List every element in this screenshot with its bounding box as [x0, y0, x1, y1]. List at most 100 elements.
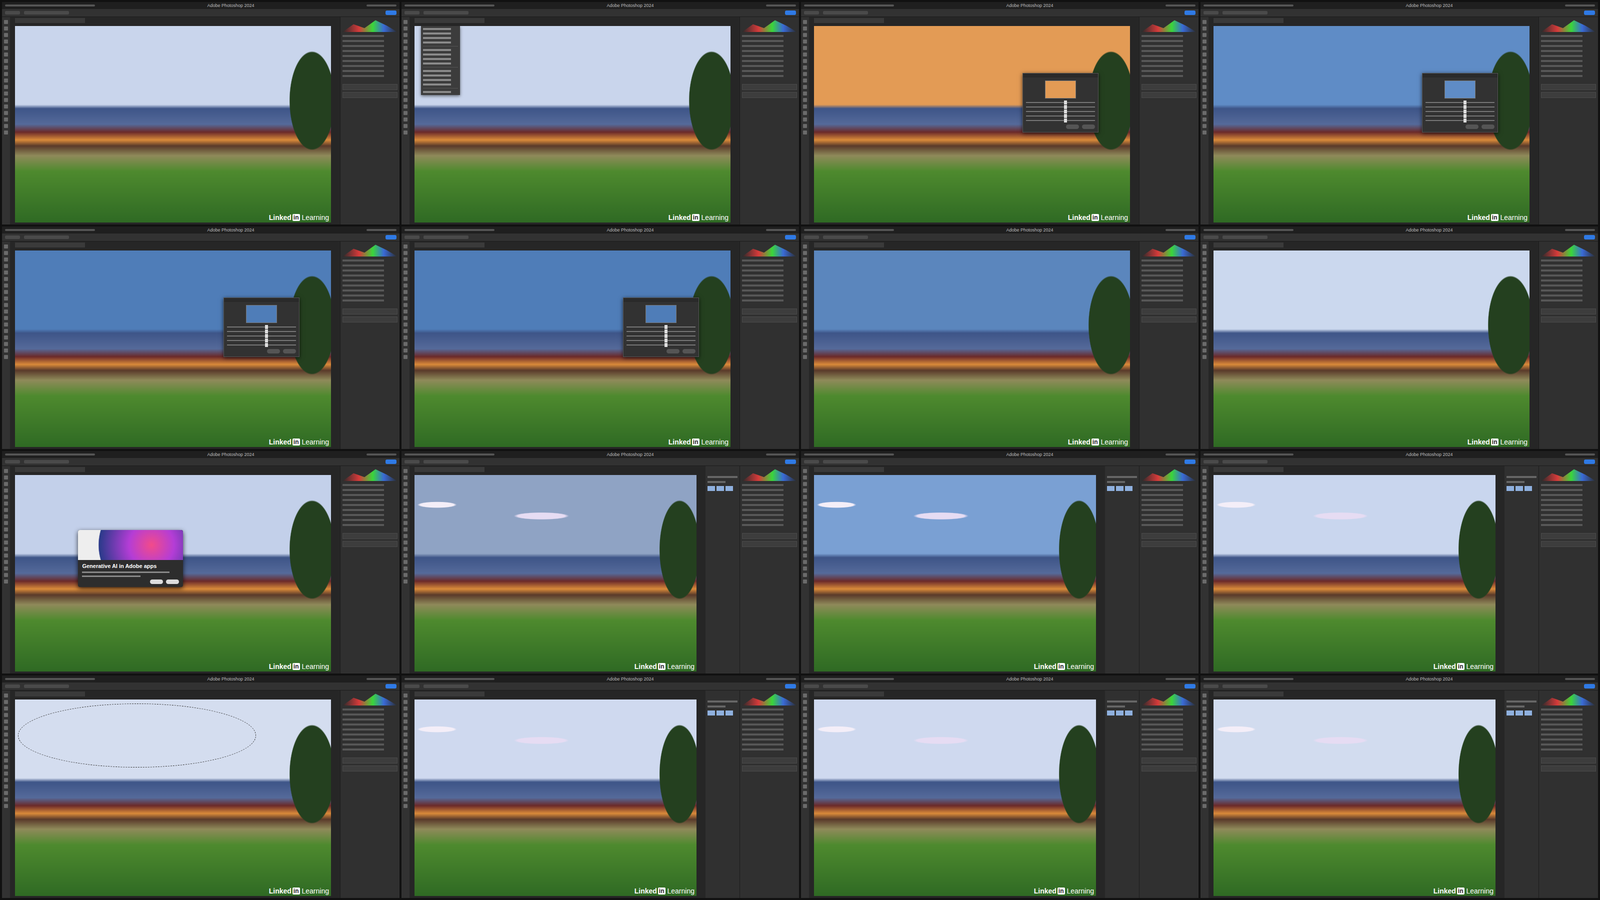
panel-row[interactable] [342, 733, 384, 736]
tool-icon[interactable] [1202, 771, 1207, 776]
panel-row[interactable] [1541, 504, 1583, 506]
option-control[interactable] [24, 460, 69, 464]
tool-icon[interactable] [1202, 277, 1207, 281]
tool-icon[interactable] [403, 791, 408, 795]
option-control[interactable] [423, 235, 469, 239]
panel-row[interactable] [1141, 738, 1183, 741]
tool-icon[interactable] [4, 540, 8, 545]
tool-icon[interactable] [403, 39, 408, 44]
panel-row[interactable] [1541, 509, 1583, 511]
panel-row[interactable] [1141, 489, 1183, 491]
panel-row[interactable] [1141, 728, 1183, 731]
tool-icon[interactable] [4, 322, 8, 327]
panel-row[interactable] [742, 65, 784, 67]
tool-icon[interactable] [803, 778, 807, 782]
tool-icon[interactable] [1202, 719, 1207, 724]
tool-icon[interactable] [1202, 20, 1207, 24]
panel-row[interactable] [742, 50, 784, 52]
share-button[interactable] [785, 684, 796, 689]
panel-row[interactable] [342, 514, 384, 516]
tool-icon[interactable] [403, 553, 408, 558]
tool-icon[interactable] [1202, 706, 1207, 711]
panel-row[interactable] [1541, 35, 1583, 37]
slider[interactable] [1026, 106, 1095, 108]
tool-icon[interactable] [403, 732, 408, 737]
panel-row[interactable] [742, 259, 784, 262]
panel-row[interactable] [1141, 519, 1183, 521]
tool-icon[interactable] [4, 270, 8, 275]
tool-icon[interactable] [803, 270, 807, 275]
panel-row[interactable] [742, 35, 784, 37]
tool-icon[interactable] [4, 348, 8, 353]
tool-icon[interactable] [1202, 46, 1207, 50]
tool-icon[interactable] [1202, 797, 1207, 802]
tool-icon[interactable] [803, 117, 807, 122]
tool-icon[interactable] [403, 91, 408, 96]
tool-icon[interactable] [403, 501, 408, 506]
layer-row[interactable] [742, 541, 797, 547]
menu-item[interactable] [423, 70, 451, 72]
tool-icon[interactable] [803, 72, 807, 76]
menu-item[interactable] [423, 46, 458, 47]
tool-icon[interactable] [803, 508, 807, 512]
panel-row[interactable] [1541, 519, 1583, 521]
tool-icon[interactable] [4, 59, 8, 63]
tool-icon[interactable] [1202, 713, 1207, 717]
slider[interactable] [626, 326, 696, 328]
layer-row[interactable] [1141, 757, 1197, 764]
tool-icon[interactable] [1202, 335, 1207, 340]
tool-icon[interactable] [803, 547, 807, 551]
panel-row[interactable] [1141, 718, 1183, 721]
tool-icon[interactable] [4, 745, 8, 750]
tool-icon[interactable] [403, 778, 408, 782]
layer-row[interactable] [342, 757, 398, 764]
panel-row[interactable] [742, 75, 784, 77]
panel-row[interactable] [1541, 489, 1583, 491]
panel-row[interactable] [742, 60, 784, 62]
panel-row[interactable] [1141, 743, 1183, 746]
panel-row[interactable] [342, 738, 384, 741]
menu-item[interactable] [423, 79, 451, 81]
tool-icon[interactable] [403, 270, 408, 275]
tool-icon[interactable] [1202, 117, 1207, 122]
layer-row[interactable] [1541, 316, 1596, 323]
tool-icon[interactable] [803, 534, 807, 538]
tool-icon[interactable] [4, 91, 8, 96]
panel-row[interactable] [1141, 504, 1183, 506]
tool-icon[interactable] [403, 46, 408, 50]
panel-row[interactable] [342, 60, 384, 62]
panel-row[interactable] [1141, 289, 1183, 292]
tool-icon[interactable] [1202, 244, 1207, 249]
tool-icon[interactable] [4, 726, 8, 730]
layer-row[interactable] [742, 84, 797, 90]
document-tab[interactable] [414, 18, 485, 23]
share-button[interactable] [1584, 459, 1595, 464]
panel-row[interactable] [342, 55, 384, 57]
panel-row[interactable] [742, 733, 784, 736]
panel-row[interactable] [342, 289, 384, 292]
share-button[interactable] [785, 10, 796, 15]
lasso-selection[interactable] [18, 703, 256, 768]
panel-row[interactable] [342, 279, 384, 282]
slider[interactable] [626, 340, 696, 341]
document-tab[interactable] [814, 18, 884, 23]
tool-icon[interactable] [4, 508, 8, 512]
option-control[interactable] [404, 235, 420, 239]
sky-thumbnail[interactable] [1045, 80, 1076, 99]
tool-icon[interactable] [803, 495, 807, 499]
tool-icon[interactable] [803, 514, 807, 519]
tool-icon[interactable] [4, 33, 8, 37]
layer-row[interactable] [342, 316, 398, 323]
tool-icon[interactable] [1202, 309, 1207, 314]
secondary-button[interactable] [150, 579, 163, 584]
tool-icon[interactable] [4, 26, 8, 31]
option-control[interactable] [5, 235, 20, 239]
option-control[interactable] [5, 684, 20, 688]
tool-icon[interactable] [403, 482, 408, 486]
tool-icon[interactable] [1202, 534, 1207, 538]
tool-icon[interactable] [1202, 296, 1207, 301]
tool-icon[interactable] [1202, 104, 1207, 109]
panel-row[interactable] [1141, 713, 1183, 716]
layer-row[interactable] [1541, 308, 1596, 315]
tool-icon[interactable] [4, 475, 8, 480]
